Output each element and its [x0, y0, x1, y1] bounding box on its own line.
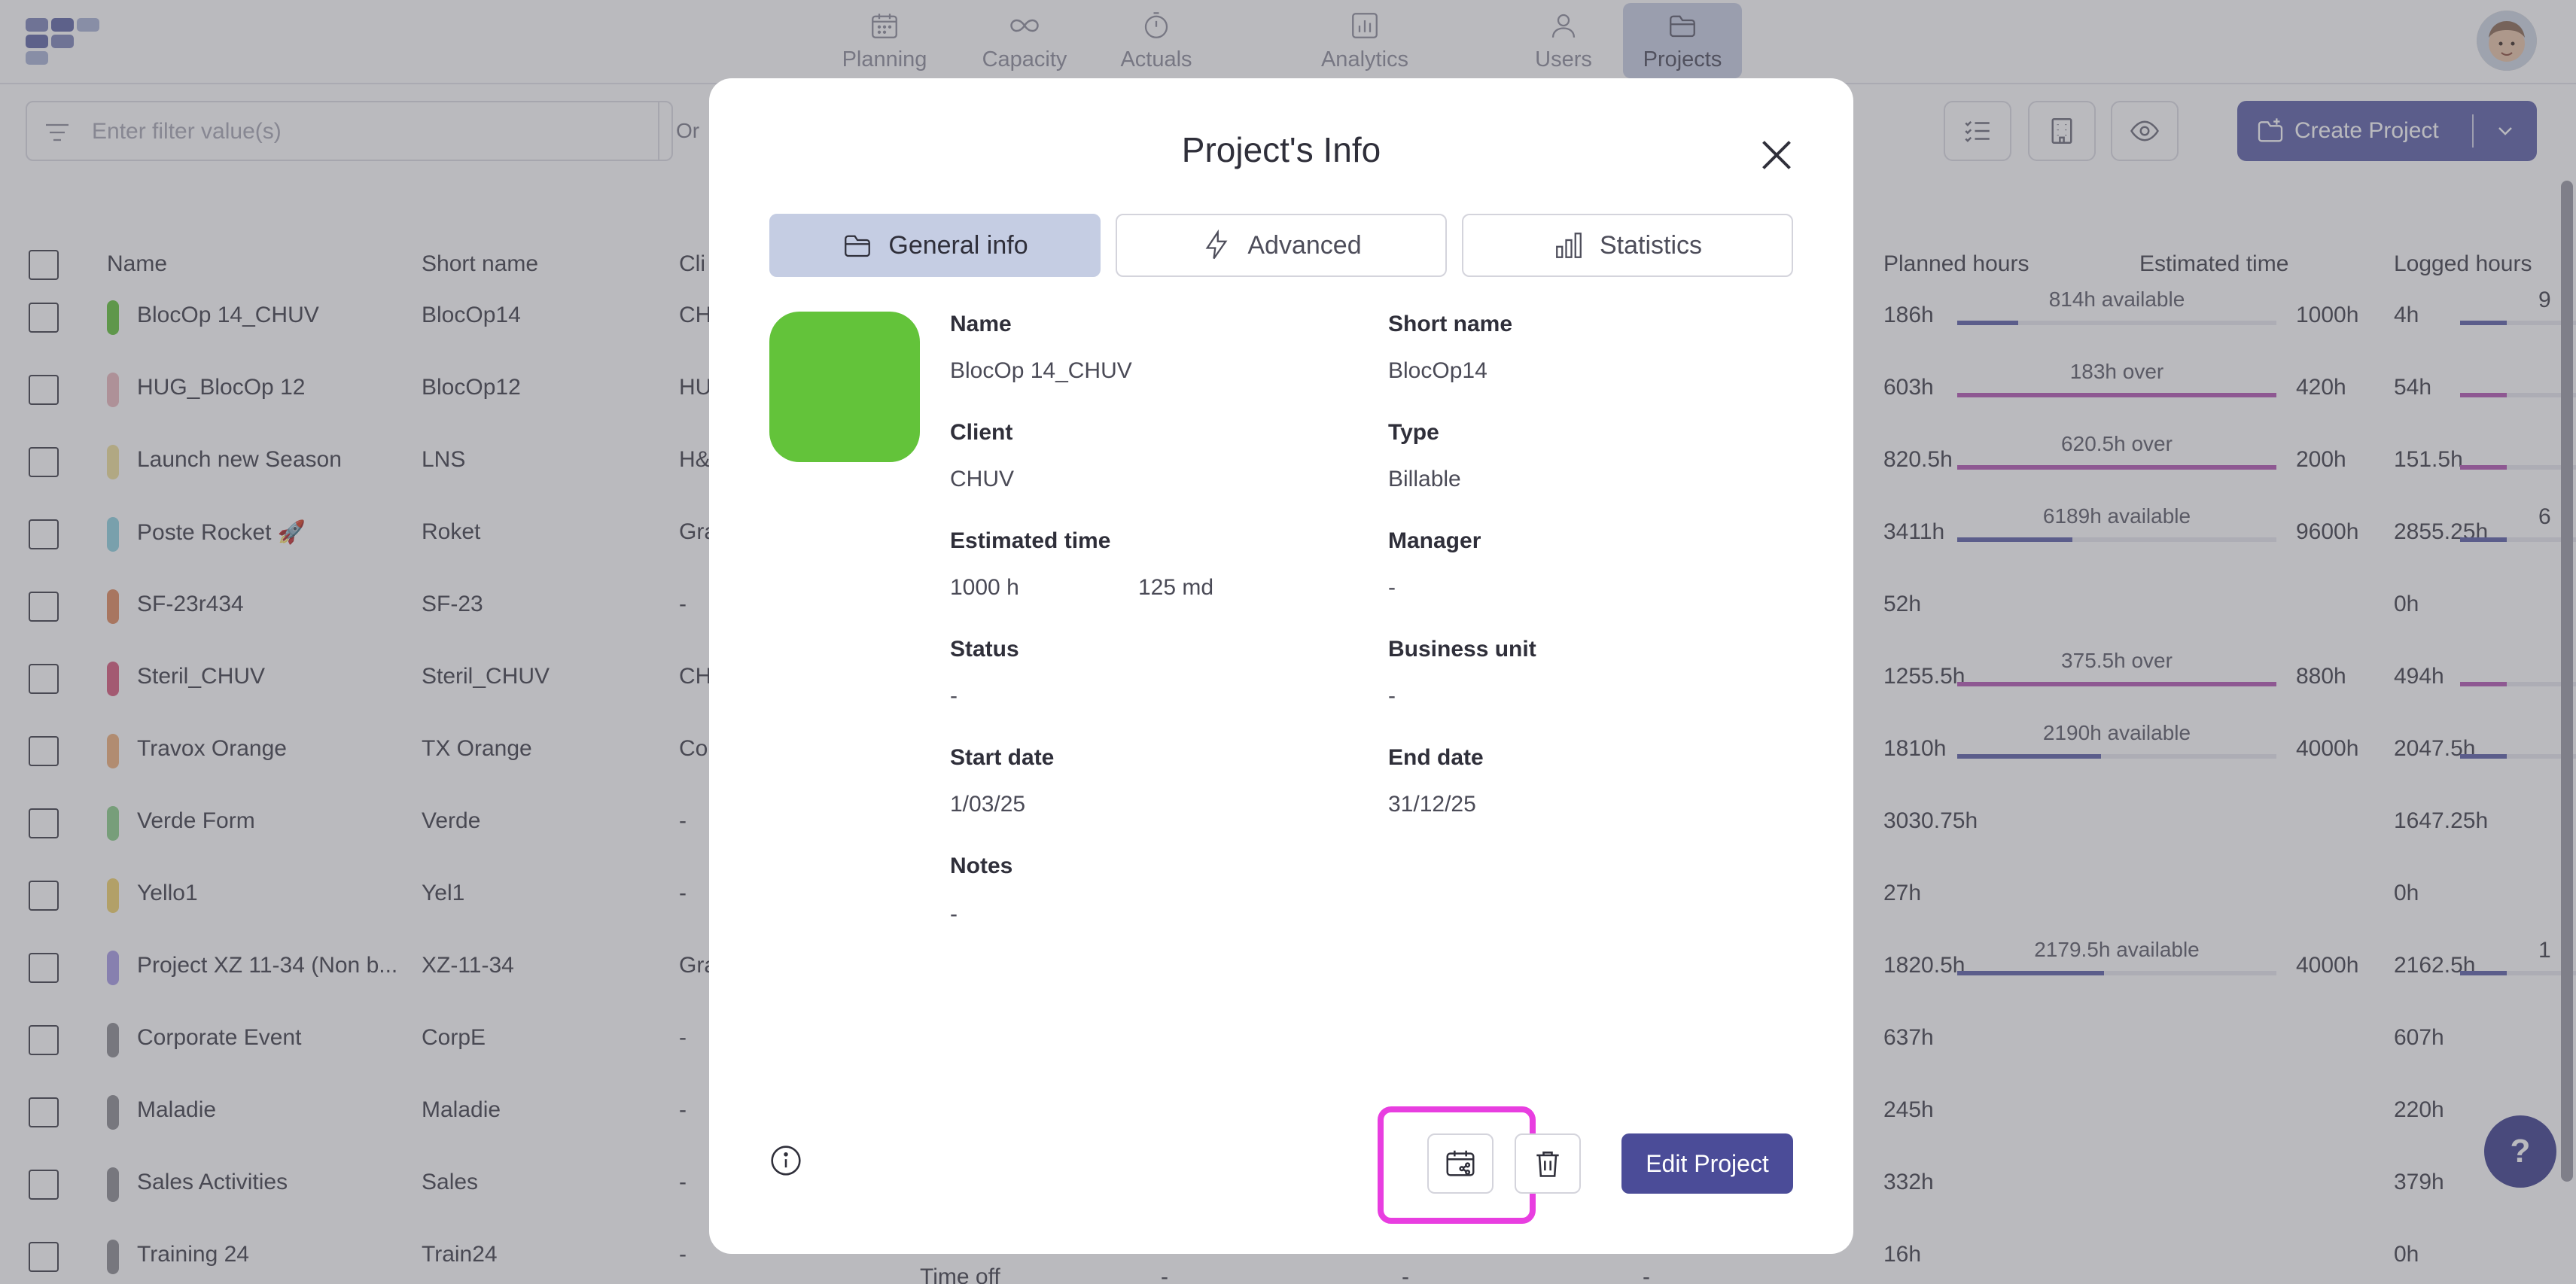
estimated-hours-value: 1000 h	[950, 575, 1019, 600]
short-name-label: Short name	[1388, 312, 1513, 336]
start-date-label: Start date	[950, 745, 1055, 770]
tab-statistics-label: Statistics	[1599, 230, 1703, 260]
calendar-share-button[interactable]	[1427, 1133, 1494, 1194]
client-value: CHUV	[950, 467, 1015, 491]
info-icon[interactable]	[769, 1144, 802, 1177]
manager-label: Manager	[1388, 528, 1481, 553]
tab-advanced[interactable]: Advanced	[1116, 214, 1447, 277]
tab-general-info-label: General info	[888, 230, 1028, 260]
estimated-man-days-value: 125 md	[1138, 575, 1214, 600]
manager-value: -	[1388, 575, 1396, 600]
end-date-label: End date	[1388, 745, 1484, 770]
business-unit-value: -	[1388, 683, 1396, 708]
business-unit-label: Business unit	[1388, 637, 1536, 662]
notes-value: -	[950, 902, 958, 926]
notes-label: Notes	[950, 853, 1013, 878]
delete-project-button[interactable]	[1515, 1133, 1581, 1194]
edit-project-button[interactable]: Edit Project	[1621, 1133, 1793, 1194]
type-value: Billable	[1388, 467, 1461, 491]
calendar-share-icon	[1446, 1150, 1475, 1176]
type-label: Type	[1388, 420, 1439, 445]
close-icon[interactable]	[1754, 132, 1799, 178]
trash-icon	[1536, 1152, 1559, 1177]
client-label: Client	[950, 420, 1013, 445]
end-date-value: 31/12/25	[1388, 792, 1476, 817]
project-color-swatch	[769, 312, 920, 462]
status-value: -	[950, 683, 958, 708]
bar-chart-icon	[1556, 233, 1582, 258]
tab-advanced-label: Advanced	[1247, 230, 1362, 260]
project-info-modal: Project's Info General info Advanced Sta…	[709, 78, 1853, 1254]
folder-icon	[845, 235, 871, 257]
name-label: Name	[950, 312, 1012, 336]
modal-title: Project's Info	[1181, 130, 1381, 169]
estimated-time-label: Estimated time	[950, 528, 1111, 553]
name-value: BlocOp 14_CHUV	[950, 358, 1132, 383]
lightning-icon	[1205, 230, 1228, 260]
tab-general-info[interactable]: General info	[769, 214, 1101, 277]
tab-statistics[interactable]: Statistics	[1462, 214, 1793, 277]
start-date-value: 1/03/25	[950, 792, 1026, 817]
status-label: Status	[950, 637, 1019, 662]
short-name-value: BlocOp14	[1388, 358, 1487, 383]
